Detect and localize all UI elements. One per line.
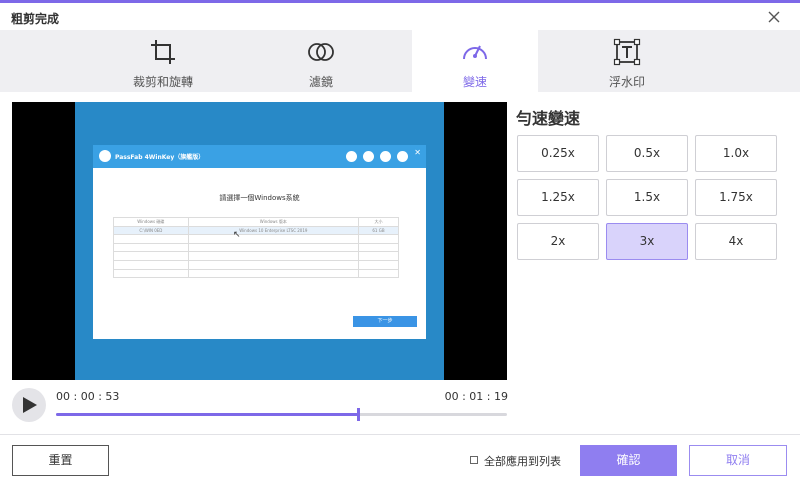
- table-row: [113, 251, 400, 261]
- tab-speed[interactable]: 變速: [412, 30, 538, 92]
- app-logo-icon: [99, 150, 111, 162]
- table-row: [113, 268, 400, 279]
- total-time: 00 : 01 : 19: [444, 390, 508, 403]
- preview-next-button: 下一步: [353, 316, 417, 327]
- speed-option-1-75x[interactable]: 1.75x: [695, 179, 777, 216]
- preview-table: Windows 磁碟 Windows 版本 大小 C:\WIN 0ED Wind…: [113, 217, 400, 279]
- speed-title: 勻速變速: [516, 109, 581, 128]
- globe-icon: [380, 151, 391, 162]
- tab-label: 濾鏡: [308, 75, 333, 89]
- current-time: 00 : 00 : 53: [56, 390, 120, 403]
- footer: 重置 全部應用到列表 確認 取消: [0, 434, 800, 483]
- filter-icon: [308, 43, 334, 61]
- table-row: [113, 234, 400, 244]
- speedometer-icon: [463, 45, 487, 60]
- speed-option-2x[interactable]: 2x: [517, 223, 599, 260]
- tab-crop-rotate[interactable]: 裁剪和旋轉: [100, 30, 226, 92]
- video-frame: PassFab 4WinKey（旗艦版） ✕ 請選擇一個Windows系統 Wi…: [75, 102, 444, 380]
- preview-app-header: PassFab 4WinKey（旗艦版） ✕: [93, 145, 426, 168]
- tab-bar: 裁剪和旋轉 濾鏡 變速 浮水印: [0, 30, 800, 92]
- progress-track[interactable]: [56, 408, 507, 421]
- tab-label: 變速: [462, 75, 487, 89]
- upload-icon: [363, 151, 374, 162]
- preview-app-title: PassFab 4WinKey（旗艦版）: [115, 154, 205, 161]
- speed-option-1-25x[interactable]: 1.25x: [517, 179, 599, 216]
- tab-filter[interactable]: 濾鏡: [258, 30, 384, 92]
- title-bar: 粗剪完成: [0, 3, 800, 30]
- tab-watermark[interactable]: 浮水印: [564, 30, 690, 92]
- close-icon[interactable]: [764, 7, 784, 27]
- cancel-button[interactable]: 取消: [689, 445, 787, 476]
- speed-option-0-5x[interactable]: 0.5x: [606, 135, 688, 172]
- confirm-button[interactable]: 確認: [580, 445, 677, 476]
- cart-icon: [346, 151, 357, 162]
- tab-label: 裁剪和旋轉: [132, 75, 193, 89]
- progress-handle[interactable]: [357, 408, 361, 421]
- preview-heading: 請選擇一個Windows系統: [219, 194, 300, 202]
- table-cell: C:\WIN 0ED: [113, 225, 189, 236]
- speed-option-1-0x[interactable]: 1.0x: [695, 135, 777, 172]
- speed-option-3x[interactable]: 3x: [606, 223, 688, 260]
- apply-all-checkbox[interactable]: [470, 456, 478, 464]
- window-title: 粗剪完成: [11, 12, 60, 26]
- main-content: PassFab 4WinKey（旗艦版） ✕ 請選擇一個Windows系統 Wi…: [0, 92, 800, 434]
- mouse-cursor-icon: ↖: [233, 230, 241, 240]
- progress-fill: [56, 413, 359, 416]
- table-header: Windows 版本: [187, 217, 359, 227]
- speed-option-4x[interactable]: 4x: [695, 223, 777, 260]
- apply-all-label[interactable]: 全部應用到列表: [484, 453, 561, 469]
- preview-app-window: PassFab 4WinKey（旗艦版） ✕ 請選擇一個Windows系統 Wi…: [93, 145, 426, 339]
- watermark-icon: [613, 38, 641, 66]
- speed-option-1-5x[interactable]: 1.5x: [606, 179, 688, 216]
- playback-controls: 00 : 00 : 53 00 : 01 : 19: [0, 387, 520, 427]
- play-icon: [23, 397, 37, 413]
- table-cell: Windows 10 Enterprise LTSC 2019: [187, 225, 359, 236]
- table-header: 大小: [357, 217, 400, 227]
- speed-panel: 勻速變速 0.25x 0.5x 1.0x 1.25x 1.5x 1.75x 2x…: [516, 92, 786, 292]
- video-preview[interactable]: PassFab 4WinKey（旗艦版） ✕ 請選擇一個Windows系統 Wi…: [12, 102, 507, 380]
- table-header: Windows 磁碟: [113, 217, 189, 227]
- table-row: [113, 259, 400, 270]
- play-button[interactable]: [12, 388, 46, 422]
- table-cell: 61 GB: [357, 225, 400, 236]
- reset-button[interactable]: 重置: [12, 445, 109, 476]
- info-icon: [397, 151, 408, 162]
- preview-close-icon: ✕: [414, 148, 421, 157]
- table-row: [113, 242, 400, 253]
- crop-icon: [151, 40, 175, 64]
- speed-option-0-25x[interactable]: 0.25x: [517, 135, 599, 172]
- tab-label: 浮水印: [608, 75, 645, 89]
- table-row: C:\WIN 0ED Windows 10 Enterprise LTSC 20…: [113, 225, 400, 236]
